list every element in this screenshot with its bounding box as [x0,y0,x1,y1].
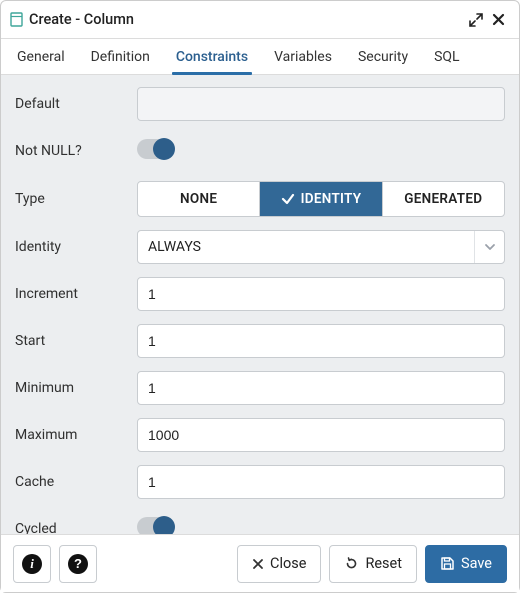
minimum-input[interactable] [137,371,505,405]
type-label: Type [15,191,137,207]
maximum-input[interactable] [137,418,505,452]
create-column-dialog: Create - Column General Definition Const… [0,0,520,593]
reset-icon [344,556,359,571]
cycled-label: Cycled [15,521,137,534]
reset-button-label: Reset [365,555,402,572]
info-button[interactable]: i [13,545,51,583]
close-button-label: Close [270,555,306,572]
reset-button[interactable]: Reset [329,545,417,583]
type-option-none-label: NONE [180,191,217,207]
help-icon: ? [68,554,88,574]
help-button[interactable]: ? [59,545,97,583]
type-option-generated[interactable]: GENERATED [383,182,504,216]
dialog-title: Create - Column [29,11,465,28]
tab-general[interactable]: General [15,41,67,74]
x-icon [252,558,264,570]
save-icon [440,556,455,571]
type-segmented: NONE IDENTITY GENERATED [137,181,505,217]
tabs: General Definition Constraints Variables… [1,39,519,75]
cycled-toggle[interactable] [137,517,173,534]
dialog-footer: i ? Close Reset [1,534,519,592]
info-icon: i [22,554,42,574]
notnull-label: Not NULL? [15,143,137,159]
default-label: Default [15,96,137,112]
identity-value: ALWAYS [148,239,201,255]
notnull-toggle[interactable] [137,139,173,159]
cache-label: Cache [15,474,137,490]
maximum-label: Maximum [15,427,137,443]
save-button-label: Save [461,555,492,572]
tab-definition[interactable]: Definition [89,41,152,74]
start-input[interactable] [137,324,505,358]
column-icon [9,13,23,27]
cache-input[interactable] [137,465,505,499]
identity-label: Identity [15,239,137,255]
type-option-generated-label: GENERATED [404,191,482,207]
chevron-down-icon [474,231,504,263]
tab-sql[interactable]: SQL [432,41,461,74]
tab-constraints[interactable]: Constraints [174,41,250,74]
minimum-label: Minimum [15,380,137,396]
expand-icon[interactable] [465,9,487,31]
identity-select[interactable]: ALWAYS [137,230,505,264]
close-button[interactable]: Close [237,545,321,583]
type-option-identity-label: IDENTITY [301,191,362,207]
save-button[interactable]: Save [425,545,507,583]
increment-input[interactable] [137,277,505,311]
tab-variables[interactable]: Variables [272,41,334,74]
tab-security[interactable]: Security [356,41,410,74]
check-icon [281,192,295,206]
type-option-none[interactable]: NONE [138,182,260,216]
close-icon[interactable] [487,9,509,31]
type-option-identity[interactable]: IDENTITY [260,182,382,216]
titlebar: Create - Column [1,1,519,39]
default-input[interactable] [137,87,505,121]
start-label: Start [15,333,137,349]
form-constraints: Default Not NULL? Type NONE [1,75,519,534]
increment-label: Increment [15,286,137,302]
